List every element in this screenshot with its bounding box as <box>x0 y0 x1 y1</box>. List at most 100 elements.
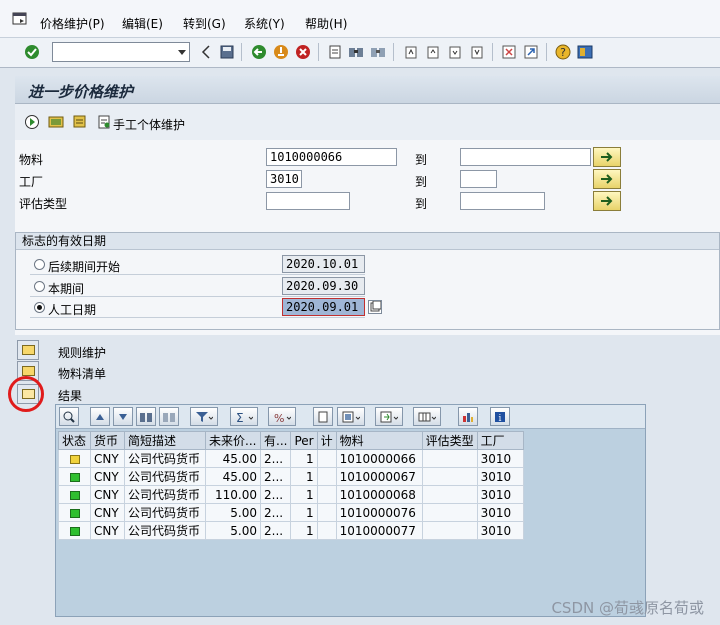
plant-to-input[interactable] <box>460 170 497 188</box>
cell-short-description[interactable]: 公司代码货币 <box>124 521 206 540</box>
cell-future-price[interactable]: 5.00 <box>205 503 261 522</box>
menu-goto[interactable]: 转到(G) <box>183 15 226 32</box>
cell-plant[interactable]: 3010 <box>476 521 524 540</box>
cell-currency[interactable]: CNY <box>90 467 125 486</box>
cell-price-unit[interactable]: 1 <box>290 521 318 540</box>
chevron-down-icon[interactable] <box>178 50 186 55</box>
column-header-valuation-type[interactable]: 评估类型 <box>421 431 478 450</box>
save-icon[interactable] <box>219 44 235 60</box>
first-page-icon[interactable] <box>403 44 419 60</box>
details-icon[interactable] <box>59 407 79 426</box>
manual-date-radio[interactable] <box>34 302 45 313</box>
exit-icon[interactable] <box>273 44 289 60</box>
export-icon[interactable] <box>375 407 403 426</box>
cell-valid-from[interactable]: 2... <box>259 485 292 504</box>
cell-price-unit[interactable]: 1 <box>290 503 318 522</box>
find-next-icon[interactable] <box>370 44 386 60</box>
cell-short-description[interactable]: 公司代码货币 <box>124 467 206 486</box>
table-row[interactable]: CNY 公司代码货币 45.00 2... 1 1010000067 3010 <box>58 467 524 486</box>
valuation-type-from-input[interactable] <box>266 192 350 210</box>
cell-unit[interactable] <box>316 449 337 468</box>
last-page-icon[interactable] <box>469 44 485 60</box>
print-icon[interactable] <box>327 44 343 60</box>
material-from-input[interactable]: 1010000066 <box>266 148 397 166</box>
table-row[interactable]: CNY 公司代码货币 45.00 2... 1 1010000066 3010 <box>58 449 524 468</box>
cell-plant[interactable]: 3010 <box>476 449 524 468</box>
info-icon[interactable]: i <box>490 407 510 426</box>
find-icon[interactable] <box>136 407 156 426</box>
print-preview-icon[interactable] <box>313 407 333 426</box>
menu-edit[interactable]: 编辑(E) <box>122 15 163 32</box>
material-to-input[interactable] <box>460 148 591 166</box>
rules-maintenance-node[interactable]: 规则维护 <box>58 344 106 361</box>
material-list-node[interactable]: 物料清单 <box>58 365 106 382</box>
cell-valid-from[interactable]: 2... <box>259 503 292 522</box>
cell-currency[interactable]: CNY <box>90 485 125 504</box>
cell-future-price[interactable]: 5.00 <box>205 521 261 540</box>
sort-ascending-icon[interactable] <box>90 407 110 426</box>
valuation-type-multiple-selection-button[interactable] <box>593 191 621 211</box>
column-header-material[interactable]: 物料 <box>335 431 423 450</box>
help-icon[interactable]: ? <box>555 44 571 60</box>
variant-icon[interactable] <box>48 114 64 130</box>
layout-icon[interactable] <box>413 407 441 426</box>
back-icon[interactable] <box>251 44 267 60</box>
sort-descending-icon[interactable] <box>113 407 133 426</box>
column-header-status[interactable]: 状态 <box>58 431 91 450</box>
cell-short-description[interactable]: 公司代码货币 <box>124 449 206 468</box>
column-header-unit[interactable]: 计 <box>316 431 337 450</box>
previous-page-icon[interactable] <box>425 44 441 60</box>
cell-currency[interactable]: CNY <box>90 449 125 468</box>
material-multiple-selection-button[interactable] <box>593 147 621 167</box>
cell-plant[interactable]: 3010 <box>476 503 524 522</box>
cell-short-description[interactable]: 公司代码货币 <box>124 503 206 522</box>
column-header-plant[interactable]: 工厂 <box>476 431 524 450</box>
plant-multiple-selection-button[interactable] <box>593 169 621 189</box>
cell-material[interactable]: 1010000066 <box>335 449 423 468</box>
cell-price-unit[interactable]: 1 <box>290 485 318 504</box>
menu-window-icon[interactable] <box>12 12 28 26</box>
filter-icon[interactable] <box>190 407 218 426</box>
views-icon[interactable] <box>337 407 365 426</box>
column-header-valid-from[interactable]: 有... <box>259 431 292 450</box>
manual-maintenance-button[interactable]: 手工个体维护 <box>113 116 185 133</box>
cell-unit[interactable] <box>316 521 337 540</box>
column-header-short-description[interactable]: 简短描述 <box>124 431 206 450</box>
customize-layout-icon[interactable] <box>577 44 593 60</box>
cell-unit[interactable] <box>316 467 337 486</box>
cell-plant[interactable]: 3010 <box>476 485 524 504</box>
table-row[interactable]: CNY 公司代码货币 5.00 2... 1 1010000077 3010 <box>58 521 524 540</box>
cell-material[interactable]: 1010000068 <box>335 485 423 504</box>
cell-price-unit[interactable]: 1 <box>290 449 318 468</box>
cell-valid-from[interactable]: 2... <box>259 521 292 540</box>
cell-short-description[interactable]: 公司代码货币 <box>124 485 206 504</box>
cell-valuation-type[interactable] <box>421 503 478 522</box>
cell-unit[interactable] <box>316 503 337 522</box>
find-next-icon[interactable] <box>159 407 179 426</box>
cell-valuation-type[interactable] <box>421 485 478 504</box>
valuation-type-to-input[interactable] <box>460 192 545 210</box>
table-row[interactable]: CNY 公司代码货币 110.00 2... 1 1010000068 3010 <box>58 485 524 504</box>
current-period-radio[interactable] <box>34 281 45 292</box>
manual-date-input[interactable]: 2020.09.01 <box>282 298 365 316</box>
column-header-price-unit[interactable]: Per <box>290 431 318 450</box>
shortcut-icon[interactable] <box>523 44 539 60</box>
total-icon[interactable]: Σ <box>230 407 258 426</box>
plant-from-input[interactable]: 3010 <box>266 170 302 188</box>
menu-system[interactable]: 系统(Y) <box>244 15 285 32</box>
execute-icon[interactable] <box>24 114 40 130</box>
subtotal-icon[interactable]: % <box>268 407 296 426</box>
enter-icon[interactable] <box>24 44 40 60</box>
cell-material[interactable]: 1010000076 <box>335 503 423 522</box>
new-session-icon[interactable] <box>501 44 517 60</box>
column-header-currency[interactable]: 货币 <box>90 431 125 450</box>
collapse-left-icon[interactable] <box>198 44 214 60</box>
next-period-radio[interactable] <box>34 259 45 270</box>
cell-future-price[interactable]: 45.00 <box>205 449 261 468</box>
column-header-future-price[interactable]: 未来价... <box>205 431 261 450</box>
cell-currency[interactable]: CNY <box>90 521 125 540</box>
manual-maintenance-icon[interactable] <box>96 114 112 130</box>
cell-currency[interactable]: CNY <box>90 503 125 522</box>
cancel-icon[interactable] <box>295 44 311 60</box>
graphic-icon[interactable] <box>458 407 478 426</box>
